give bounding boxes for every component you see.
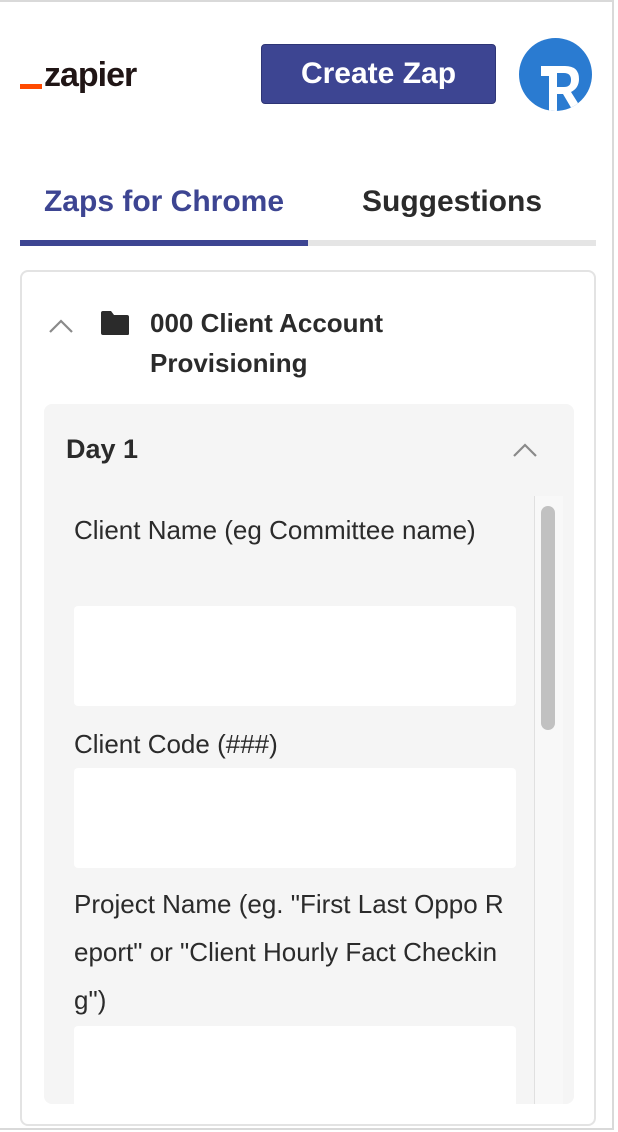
avatar-letter-icon: [541, 66, 583, 111]
form-scroll-area[interactable]: Client Name (eg Committee name) Client C…: [44, 500, 534, 1104]
client-name-input[interactable]: [74, 606, 516, 706]
client-code-input[interactable]: [74, 768, 516, 868]
project-name-label: Project Name (eg. "First Last Oppo Repor…: [74, 889, 504, 1015]
scrollbar-thumb[interactable]: [541, 506, 555, 730]
extension-popup: zapier Create Zap Zaps for Chrome Sugges…: [0, 0, 614, 1130]
logo-text: zapier: [44, 56, 137, 94]
tab-suggestions[interactable]: Suggestions: [308, 162, 596, 242]
tab-active-indicator: [20, 240, 308, 246]
day-section: Day 1 Client Name (eg Committee name) Cl…: [44, 404, 574, 1104]
create-zap-button[interactable]: Create Zap: [261, 44, 496, 104]
client-code-label: Client Code (###): [74, 729, 278, 759]
client-name-label: Client Name (eg Committee name): [74, 515, 476, 545]
user-avatar[interactable]: [519, 38, 592, 111]
zapier-logo: zapier: [20, 52, 137, 94]
tab-bar: Zaps for Chrome Suggestions: [20, 162, 596, 247]
tab-zaps-for-chrome[interactable]: Zaps for Chrome: [20, 162, 308, 242]
chevron-up-icon[interactable]: [512, 442, 538, 458]
chevron-up-icon[interactable]: [48, 318, 74, 334]
project-name-input[interactable]: [74, 1026, 516, 1104]
zap-folder-card: 000 Client Account Provisioning Day 1 Cl…: [20, 270, 596, 1126]
scrollbar-track[interactable]: [534, 496, 563, 1104]
logo-accent-dash: [20, 84, 42, 89]
folder-title: 000 Client Account Provisioning: [150, 308, 384, 378]
folder-icon: [101, 311, 129, 335]
section-title: Day 1: [66, 434, 139, 464]
